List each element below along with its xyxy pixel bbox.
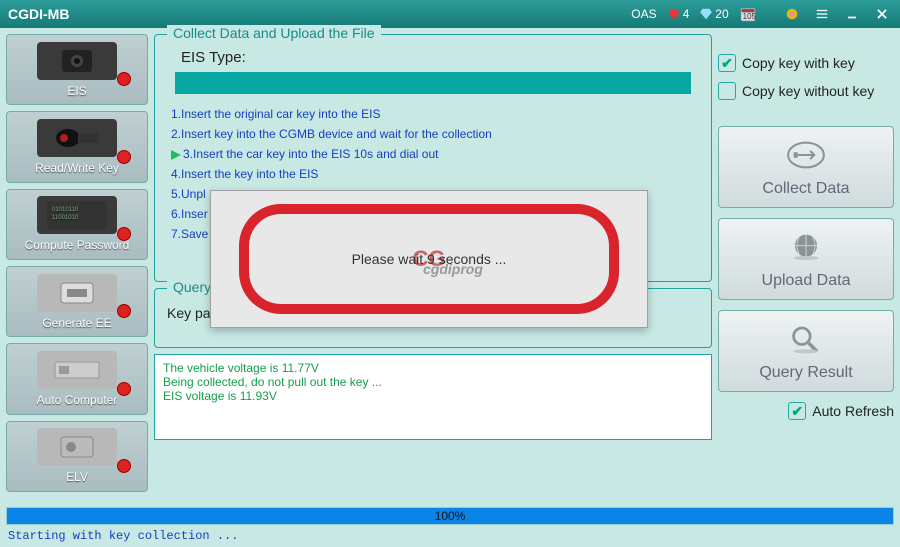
elv-icon: [37, 428, 117, 466]
heart-badge: 4: [667, 7, 690, 21]
sidebar-item-label: Read/Write Key: [35, 161, 119, 175]
checkbox-label: Auto Refresh: [812, 403, 894, 419]
computer-icon: [37, 351, 117, 389]
diamond-count: 20: [715, 7, 728, 21]
sidebar-item-label: ELV: [66, 470, 88, 484]
sidebar-item-elv[interactable]: ELV: [6, 421, 148, 492]
upload-data-button[interactable]: Upload Data: [718, 218, 894, 300]
modal-message: Please wait 9 seconds ...: [352, 251, 507, 267]
sidebar-item-label: Generate EE: [42, 316, 111, 330]
sidebar-item-label: Compute Password: [25, 238, 130, 252]
menu-icon[interactable]: [812, 4, 832, 24]
collect-group-title: Collect Data and Upload the File: [167, 25, 381, 41]
sidebar-item-generate[interactable]: Generate EE: [6, 266, 148, 337]
eis-type-label: EIS Type:: [181, 49, 699, 66]
heart-count: 4: [683, 7, 690, 21]
titlebar-right: OAS 4 20 105: [631, 4, 892, 24]
check-icon: ✔: [718, 54, 736, 72]
alert-icon: [117, 382, 131, 396]
right-column: ✔ Copy key with key Copy key without key…: [718, 34, 894, 492]
eis-type-field[interactable]: [175, 72, 691, 94]
arrow-icon: [171, 150, 181, 160]
alert-icon: [117, 72, 131, 86]
search-icon: [784, 320, 828, 358]
progress-text: 100%: [435, 509, 466, 523]
sidebar-item-autocomputer[interactable]: Auto Computer: [6, 343, 148, 414]
checkbox-copy-without-key[interactable]: Copy key without key: [718, 82, 894, 100]
wait-modal: CG cgdiprog Please wait 9 seconds ...: [210, 190, 648, 328]
button-label: Collect Data: [762, 180, 849, 198]
eis-icon: [37, 42, 117, 80]
calendar-badge: 105: [739, 5, 772, 23]
key-icon: [37, 119, 117, 157]
query-result-button[interactable]: Query Result: [718, 310, 894, 392]
button-label: Upload Data: [762, 272, 851, 290]
minimize-icon[interactable]: [842, 4, 862, 24]
medal-icon[interactable]: [782, 4, 802, 24]
diamond-badge: 20: [699, 7, 728, 21]
step: 1.Insert the original car key into the E…: [171, 104, 699, 124]
usb-icon: [784, 136, 828, 174]
sidebar-item-compute[interactable]: 01010110 11001010 Compute Password: [6, 189, 148, 260]
sidebar-item-eis[interactable]: EIS: [6, 34, 148, 105]
compute-icon: 01010110 11001010: [37, 196, 117, 234]
titlebar: CGDI-MB OAS 4 20 105: [0, 0, 900, 28]
diamond-icon: [699, 7, 713, 21]
log-line: Being collected, do not pull out the key…: [163, 375, 703, 389]
oas-label: OAS: [631, 7, 656, 21]
status-text: Starting with key collection ...: [0, 525, 900, 547]
alert-icon: [117, 227, 131, 241]
checkbox-label: Copy key without key: [742, 83, 874, 99]
progress-bar: 100%: [6, 507, 894, 525]
log-line: EIS voltage is 11.93V: [163, 389, 703, 403]
globe-icon: [784, 228, 828, 266]
check-icon: ✔: [788, 402, 806, 420]
sidebar-item-label: Auto Computer: [37, 393, 118, 407]
checkbox-copy-with-key[interactable]: ✔ Copy key with key: [718, 54, 894, 72]
checkbox-auto-refresh[interactable]: ✔ Auto Refresh: [718, 402, 894, 420]
alert-icon: [117, 459, 131, 473]
log-line: The vehicle voltage is 11.77V: [163, 361, 703, 375]
check-icon: [718, 82, 736, 100]
svg-text:11001010: 11001010: [52, 215, 79, 221]
svg-text:01010110: 01010110: [52, 207, 79, 213]
generate-icon: [37, 274, 117, 312]
sidebar: EIS Read/Write Key 01010110 11001010 Comp…: [6, 34, 148, 492]
bottom-bar: 100% Starting with key collection ...: [0, 507, 900, 547]
sidebar-item-readwrite[interactable]: Read/Write Key: [6, 111, 148, 182]
step-current: 3.Insert the car key into the EIS 10s an…: [171, 144, 699, 164]
log-output: The vehicle voltage is 11.77V Being coll…: [154, 354, 712, 440]
close-icon[interactable]: [872, 4, 892, 24]
sidebar-item-label: EIS: [67, 84, 86, 98]
step: 2.Insert key into the CGMB device and wa…: [171, 124, 699, 144]
calendar-value: 105: [743, 12, 756, 21]
heart-icon: [667, 7, 681, 21]
collect-data-button[interactable]: Collect Data: [718, 126, 894, 208]
app-title: CGDI-MB: [8, 6, 69, 22]
button-label: Query Result: [759, 364, 852, 382]
alert-icon: [117, 304, 131, 318]
step: 4.Insert the key into the EIS: [171, 164, 699, 184]
checkbox-label: Copy key with key: [742, 55, 855, 71]
alert-icon: [117, 150, 131, 164]
